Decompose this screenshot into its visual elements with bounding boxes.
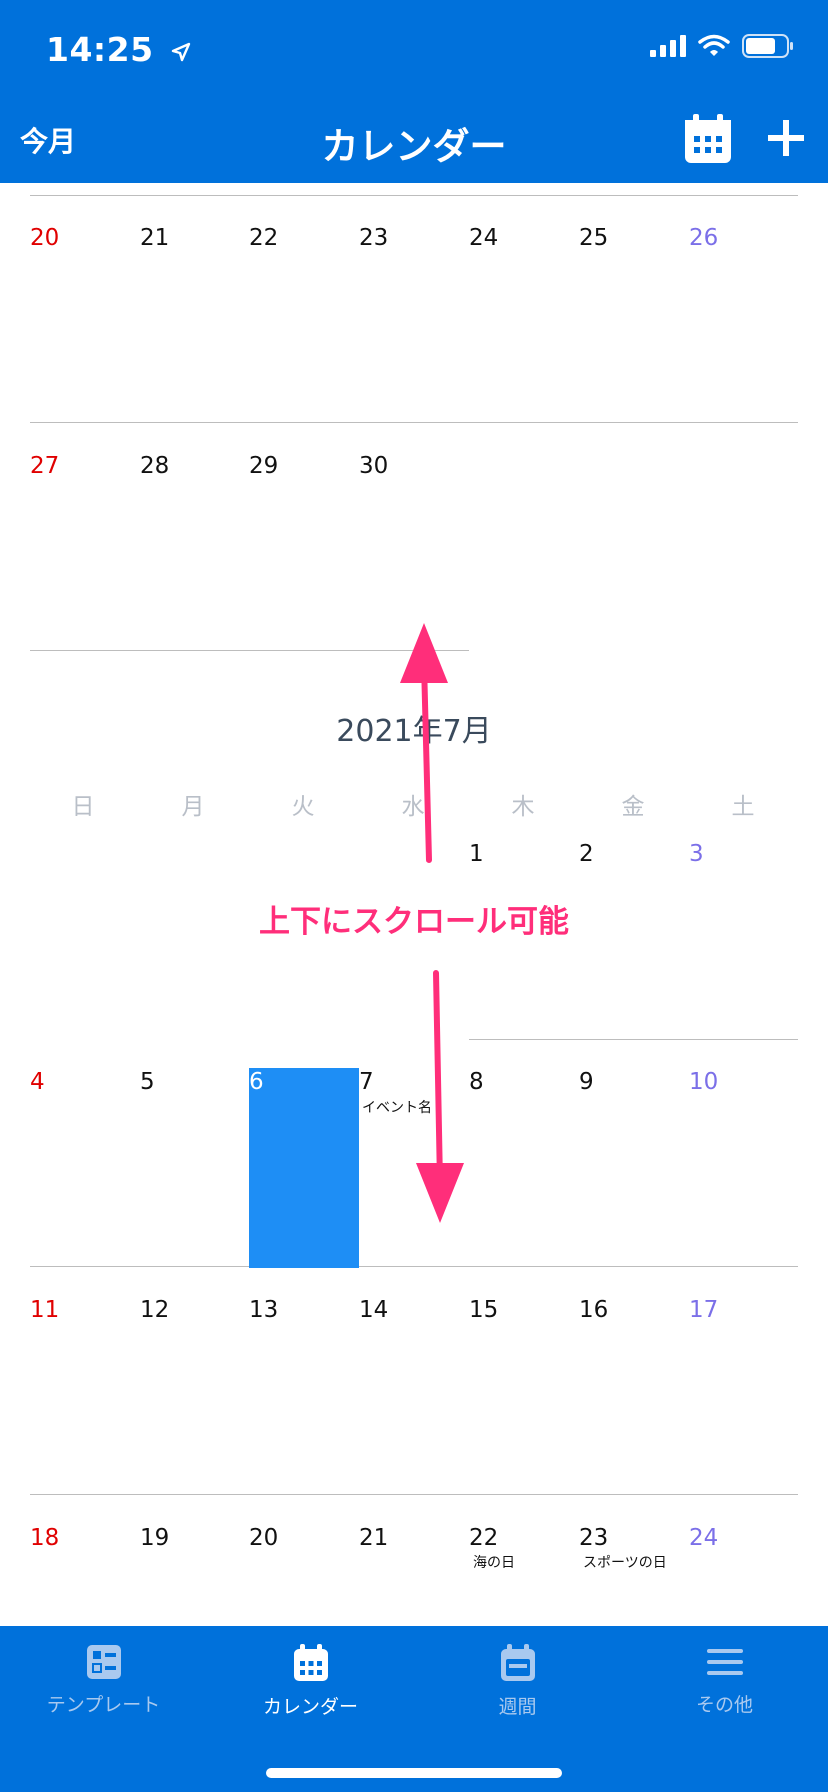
tab-label: 週間 — [498, 1696, 537, 1718]
tab-other[interactable]: その他 — [621, 1644, 828, 1717]
status-time-text: 14:25 — [46, 30, 154, 69]
calendar-scroll-area[interactable]: 20 21 22 23 24 25 26 27 28 29 30 2021年7月… — [0, 183, 828, 1626]
cellular-signal-icon — [650, 35, 686, 57]
tab-bar: テンプレート カレンダー 週間 その他 — [0, 1626, 828, 1792]
tab-template[interactable]: テンプレート — [0, 1644, 207, 1717]
add-icon[interactable] — [766, 118, 806, 158]
calendar-icon — [293, 1644, 328, 1681]
tab-label: テンプレート — [46, 1694, 161, 1716]
tab-label: その他 — [695, 1694, 753, 1716]
status-time: 14:25 — [46, 30, 192, 69]
battery-icon — [742, 34, 793, 58]
home-indicator[interactable] — [266, 1768, 562, 1778]
header: 14:25 今月 カレンダー — [0, 0, 828, 183]
scroll-annotation-text: 上下にスクロール可能 — [259, 904, 569, 940]
week-icon — [500, 1644, 535, 1681]
tab-label: カレンダー — [262, 1696, 358, 1718]
tab-week[interactable]: 週間 — [414, 1644, 621, 1719]
template-icon — [86, 1645, 121, 1679]
location-arrow-icon — [171, 42, 190, 61]
menu-icon — [706, 1649, 743, 1675]
status-icons — [650, 34, 794, 58]
app: 14:25 今月 カレンダー 20 21 22 23 24 25 26 27 2… — [0, 0, 828, 1792]
tab-calendar[interactable]: カレンダー — [207, 1644, 414, 1719]
calendar-picker-icon[interactable] — [684, 114, 732, 164]
wifi-icon — [698, 34, 730, 56]
